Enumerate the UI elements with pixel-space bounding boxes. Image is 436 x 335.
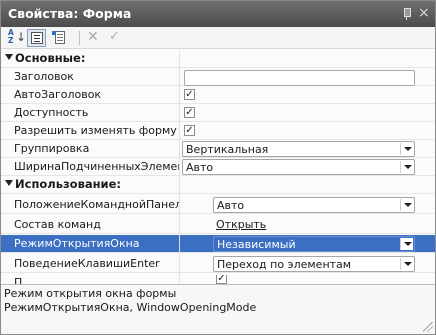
properties-window: Свойства: Форма × AZ ↓ ✕ ✓ Основные: Заг… — [0, 0, 436, 335]
chevron-down-icon[interactable] — [400, 161, 413, 173]
property-label: Заголовок — [14, 70, 74, 83]
property-label: ПоложениеКоманднойПанели — [14, 198, 179, 211]
property-label: АвтоЗаголовок — [14, 88, 102, 101]
sort-arrow-icon: ↓ — [16, 30, 27, 44]
apply-button[interactable]: ✓ — [105, 29, 124, 47]
sort-az-icon: AZ — [8, 28, 14, 45]
property-row-povedenie[interactable]: ПоведениеКлавишиEnter Переход по элемент… — [1, 255, 435, 273]
property-label: ШиринаПодчиненныхЭлементов — [14, 160, 179, 173]
property-row-avto-zagolovok[interactable]: АвтоЗаголовок ✓ — [1, 86, 435, 104]
property-label: ПоведениеКлавишиEnter — [14, 257, 160, 270]
x-icon: ✕ — [87, 29, 99, 45]
resize-grip-icon[interactable] — [423, 322, 433, 332]
property-row-shirina[interactable]: ШиринаПодчиненныхЭлементов Авто — [1, 158, 435, 176]
auto-title-checkbox[interactable]: ✓ — [184, 89, 195, 100]
property-row-zagolovok[interactable]: Заголовок — [1, 68, 435, 86]
description-text: Режим открытия окна формы — [4, 287, 177, 300]
property-label: РежимОткрытияОкна — [14, 237, 140, 250]
property-label: П — [14, 276, 23, 284]
select-value: Авто — [186, 161, 214, 174]
select-value: Вертикальная — [186, 143, 269, 156]
enabled-checkbox[interactable]: ✓ — [184, 107, 195, 118]
select-value: Переход по элементам — [217, 258, 352, 271]
check-icon: ✓ — [109, 29, 120, 44]
categorized-button[interactable] — [27, 29, 46, 47]
select-value: Независимый — [217, 238, 296, 251]
child-width-select[interactable]: Авто — [182, 159, 415, 175]
toolbar: AZ ↓ ✕ ✓ — [1, 27, 435, 49]
categorized-icon — [31, 32, 43, 44]
group-label: Основные: — [15, 51, 86, 65]
property-label: Доступность — [14, 106, 89, 119]
title-input[interactable] — [184, 70, 415, 86]
grouping-select[interactable]: Вертикальная — [182, 141, 415, 157]
property-label: Группировка — [14, 142, 90, 155]
property-row-sostav[interactable]: Состав команд Открыть — [1, 216, 435, 234]
open-link[interactable]: Открыть — [216, 218, 266, 231]
description-identifier: РежимОткрытияОкна, WindowOpeningMode — [4, 301, 257, 314]
property-row-polozhenie[interactable]: ПоложениеКоманднойПанели Авто — [1, 196, 435, 214]
pin-icon[interactable] — [401, 7, 413, 21]
allow-change-form-checkbox[interactable]: ✓ — [184, 125, 195, 136]
property-row-dostupnost[interactable]: Доступность ✓ — [1, 104, 435, 122]
property-row-gruppirovka[interactable]: Группировка Вертикальная — [1, 140, 435, 158]
collapse-icon[interactable] — [5, 54, 13, 60]
chevron-down-icon[interactable] — [400, 258, 413, 270]
property-row-razreshit[interactable]: Разрешить изменять форму ✓ — [1, 122, 435, 140]
property-label: Состав команд — [14, 218, 101, 231]
chevron-down-icon[interactable] — [400, 238, 413, 250]
property-label: Разрешить изменять форму — [14, 124, 177, 137]
select-value: Авто — [217, 199, 245, 212]
title-bar[interactable]: Свойства: Форма × — [1, 1, 435, 27]
description-panel: Режим открытия окна формы РежимОткрытияО… — [1, 284, 435, 334]
document-icon — [52, 31, 65, 44]
collapse-icon[interactable] — [5, 180, 13, 186]
partial-checkbox[interactable]: ✓ — [216, 275, 227, 284]
sort-alphabetical-button[interactable]: AZ ↓ — [5, 28, 27, 47]
close-icon[interactable]: × — [418, 5, 430, 21]
group-main[interactable]: Основные: — [1, 50, 435, 68]
enter-key-behavior-select[interactable]: Переход по элементам — [213, 256, 415, 272]
window-opening-mode-select[interactable]: Независимый — [213, 236, 415, 252]
property-row-partial[interactable]: П ✓ — [1, 275, 435, 284]
clear-button[interactable]: ✕ — [83, 29, 102, 47]
property-grid: Основные: Заголовок АвтоЗаголовок ✓ Дост… — [1, 50, 435, 284]
chevron-down-icon[interactable] — [400, 199, 413, 211]
group-label: Использование: — [15, 177, 122, 191]
description-button[interactable] — [51, 29, 70, 47]
window-title: Свойства: Форма — [8, 6, 132, 21]
column-divider[interactable] — [179, 50, 180, 284]
command-bar-position-select[interactable]: Авто — [213, 197, 415, 213]
group-usage[interactable]: Использование: — [1, 176, 435, 194]
chevron-down-icon[interactable] — [400, 143, 413, 155]
property-row-rezhim[interactable]: РежимОткрытияОкна Независимый — [1, 235, 435, 253]
toolbar-separator — [79, 31, 80, 45]
